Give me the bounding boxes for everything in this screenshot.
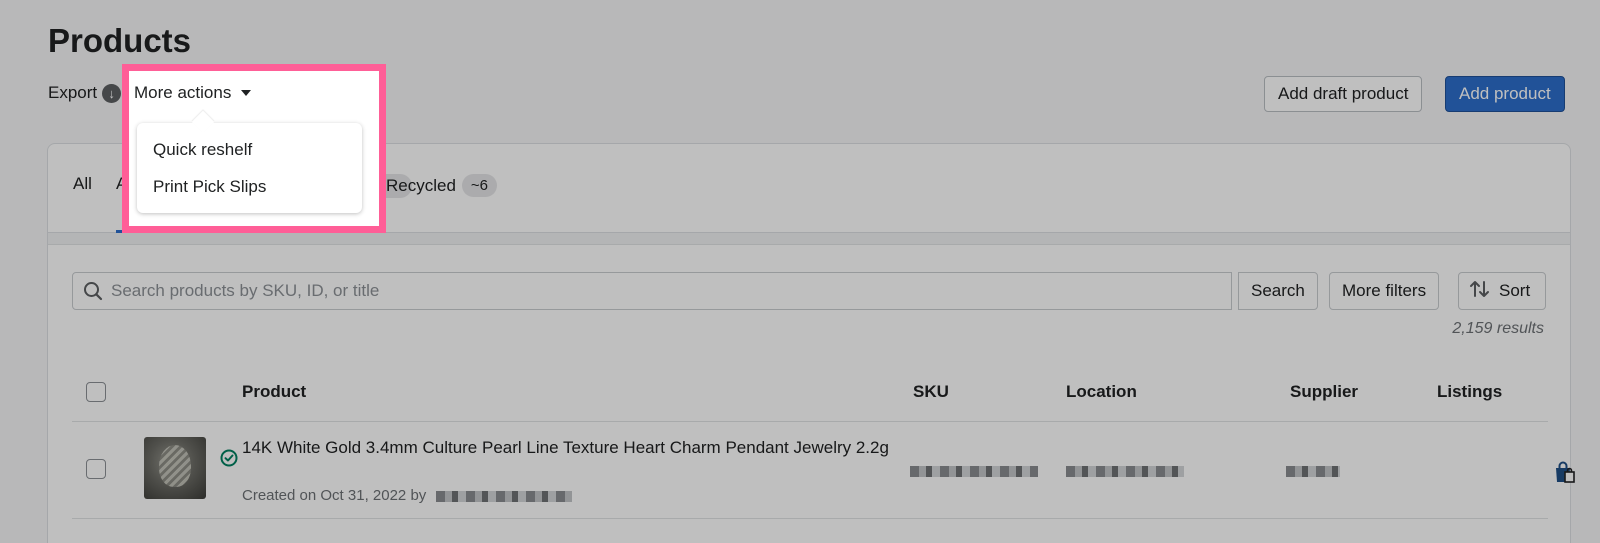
check-circle-icon [220, 449, 238, 467]
redacted-location [1066, 466, 1184, 477]
export-label: Export [48, 83, 98, 102]
column-header-listings: Listings [1437, 382, 1503, 401]
more-actions-dropdown: Quick reshelf Print Pick Slips [137, 123, 362, 213]
product-title-link[interactable]: 14K White Gold 3.4mm Culture Pearl Line … [242, 437, 902, 459]
column-header-supplier: Supplier [1290, 382, 1359, 401]
search-icon [83, 281, 103, 301]
add-product-button[interactable]: Add product [1445, 76, 1565, 112]
column-header-sku: SKU [913, 382, 949, 401]
created-text: Created on Oct 31, 2022 by [242, 487, 427, 504]
page-title: Products [48, 22, 192, 59]
search-button[interactable]: Search [1238, 272, 1318, 310]
caret-down-icon [241, 90, 252, 96]
tab-label: All [73, 174, 92, 193]
tab-count-badge: ~6 [461, 174, 498, 197]
tab-all[interactable]: All [73, 174, 92, 194]
tab-label: Recycled [386, 175, 456, 195]
menu-item-print-pick-slips[interactable]: Print Pick Slips [137, 168, 362, 205]
more-filters-button[interactable]: More filters [1329, 272, 1440, 310]
redacted-creator [436, 490, 573, 502]
menu-item-quick-reshelf[interactable]: Quick reshelf [137, 131, 362, 168]
column-header-location: Location [1066, 382, 1137, 401]
table-row[interactable]: 14K White Gold 3.4mm Culture Pearl Line … [72, 423, 1575, 519]
search-field[interactable] [72, 272, 1232, 310]
export-button[interactable]: Export ↓ [48, 83, 122, 103]
more-actions-label: More actions [134, 83, 232, 102]
header-actions: Export ↓ [48, 80, 122, 106]
more-actions-button[interactable]: More actions [134, 80, 252, 106]
search-input[interactable] [111, 281, 1211, 301]
results-count: 2,159 results [1452, 320, 1544, 337]
redacted-supplier [1286, 466, 1340, 477]
product-created-meta: Created on Oct 31, 2022 by [242, 487, 573, 504]
product-thumbnail[interactable] [144, 437, 206, 499]
redacted-sku [910, 466, 1038, 477]
sort-icon [1469, 279, 1491, 304]
select-all-checkbox[interactable] [86, 382, 106, 402]
products-page: Products Export ↓ Add draft product Add … [0, 0, 1600, 543]
table-header: Product SKU Location Supplier Listings [72, 364, 1548, 422]
row-checkbox[interactable] [86, 459, 106, 479]
shopping-bag-icon[interactable] [1552, 459, 1578, 485]
sort-label: Sort [1499, 281, 1531, 300]
column-header-product: Product [242, 382, 307, 401]
tabs-divider-band [48, 233, 1570, 245]
download-icon: ↓ [102, 83, 122, 103]
sort-button[interactable]: Sort [1458, 272, 1546, 310]
tab-recycled[interactable]: Recycled ~6 [386, 174, 498, 197]
add-draft-product-button[interactable]: Add draft product [1264, 76, 1423, 112]
